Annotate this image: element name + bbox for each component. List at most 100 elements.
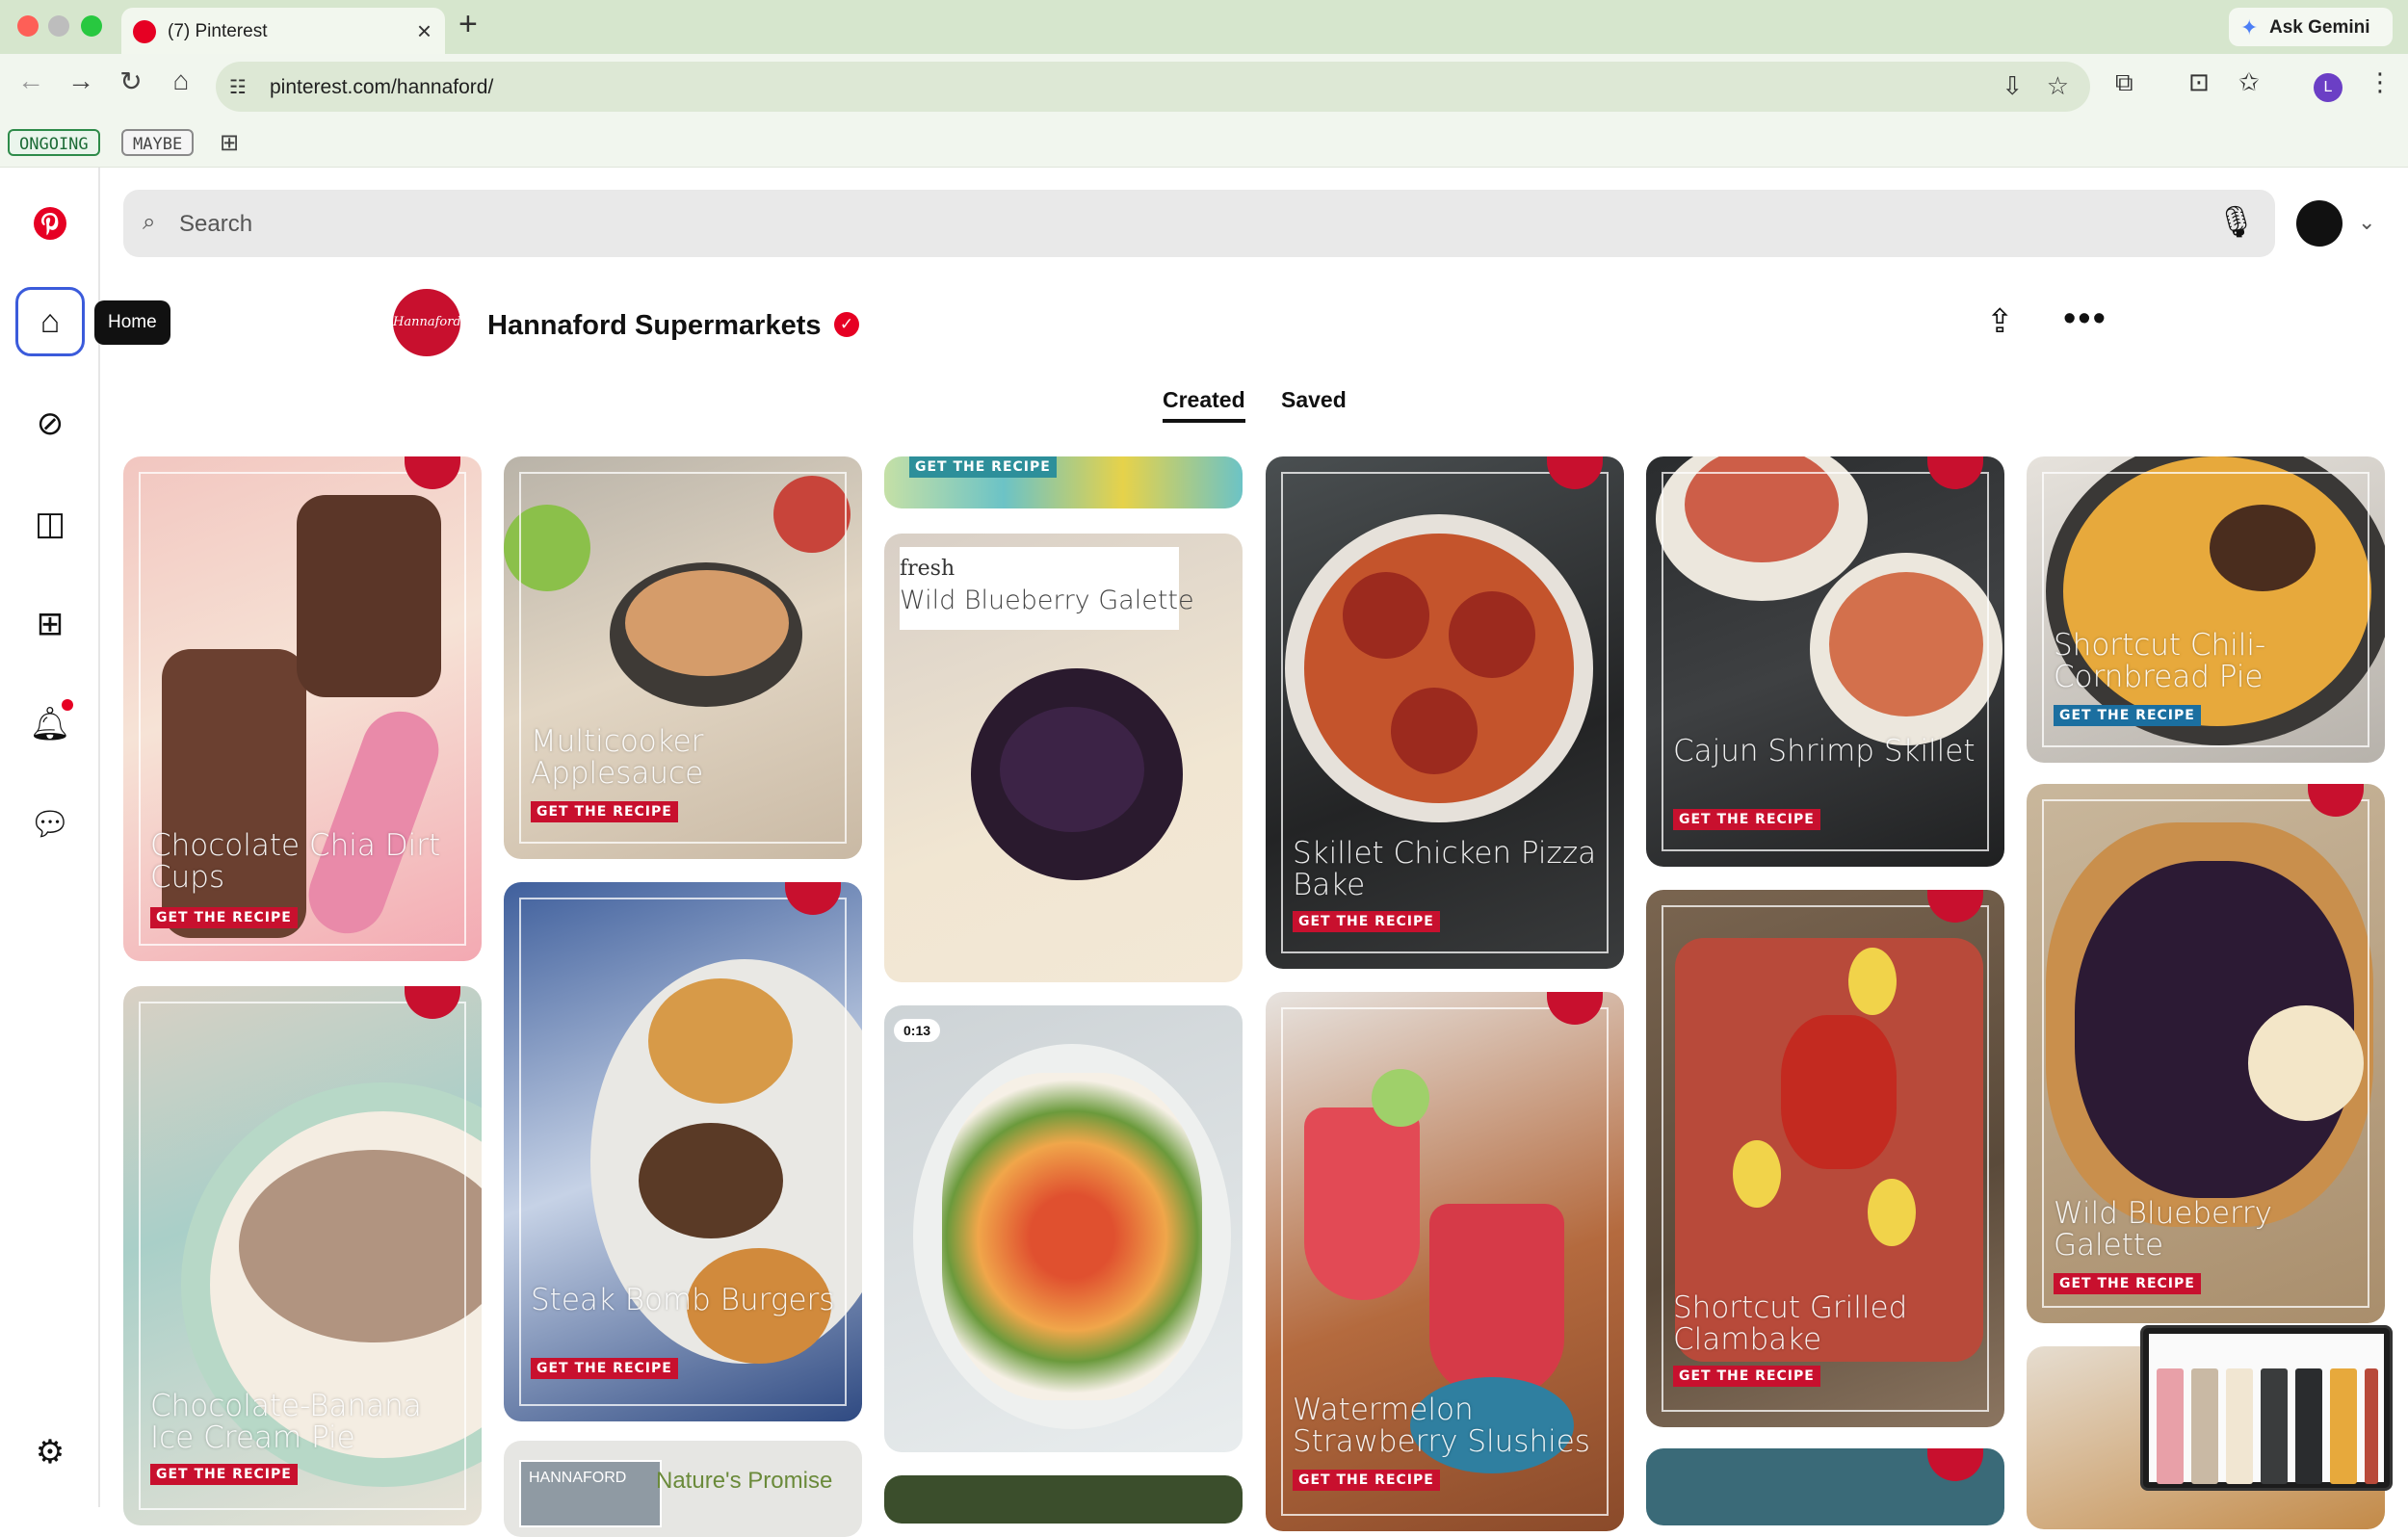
pin-title: Nature's Promise	[656, 1468, 833, 1494]
pin-card[interactable]: HANNAFORD Nature's Promise	[504, 1441, 862, 1537]
get-recipe-label: GET THE RECIPE	[1293, 911, 1440, 932]
notification-dot	[62, 699, 73, 711]
site-settings-icon[interactable]: ☷	[229, 75, 247, 99]
tab-created[interactable]: Created	[1163, 387, 1245, 423]
pin-title: Skillet Chicken Pizza Bake	[1293, 836, 1597, 902]
pin-card[interactable]: Shortcut Chili-Cornbread Pie GET THE REC…	[2027, 456, 2385, 763]
close-window-button[interactable]	[17, 15, 39, 37]
get-recipe-label: GET THE RECIPE	[2054, 1273, 2201, 1294]
more-options-icon[interactable]: •••	[2063, 299, 2107, 340]
pin-title: Chocolate-Banana Ice Cream Pie	[150, 1389, 422, 1455]
sidebar-item-create[interactable]: ⊞	[15, 589, 85, 659]
minimize-window-button[interactable]	[48, 15, 69, 37]
boards-icon: ◫	[34, 506, 66, 542]
search-placeholder: Search	[179, 211, 253, 237]
address-bar[interactable]: ☷ pinterest.com/hannaford/ ⇩ ☆	[216, 62, 2090, 112]
url-text: pinterest.com/hannaford/	[270, 76, 494, 98]
fresh-brand-label: fresh	[900, 557, 955, 581]
pin-card[interactable]: Chocolate Chia Dirt Cups GET THE RECIPE	[123, 456, 482, 961]
browser-toolbar: ← → ↻ ⌂ ☷ pinterest.com/hannaford/ ⇩ ☆ ⧉…	[0, 54, 2408, 119]
compass-icon: ⊘	[36, 405, 65, 442]
picture-in-picture-preview[interactable]	[2140, 1325, 2393, 1491]
bookmark-star-icon[interactable]: ☆	[2047, 71, 2069, 101]
pin-card[interactable]: Watermelon Strawberry Slushies GET THE R…	[1266, 992, 1624, 1531]
pinterest-logo-icon[interactable]	[33, 206, 67, 241]
pin-card[interactable]: Shortcut Grilled Clambake GET THE RECIPE	[1646, 890, 2004, 1427]
bookmark-ongoing[interactable]: ONGOING	[8, 129, 100, 156]
browser-menu-icon[interactable]: ⋮	[2368, 67, 2393, 97]
tab-saved[interactable]: Saved	[1281, 387, 1347, 413]
sidebar-item-notifications[interactable]: 🔔︎	[15, 690, 85, 759]
pin-title: Multicooker Applesauce	[531, 724, 704, 791]
tab-title: (7) Pinterest	[168, 21, 268, 41]
browser-tab[interactable]: (7) Pinterest ×	[121, 8, 445, 54]
search-icon: ⌕	[143, 209, 156, 235]
pin-card[interactable]: 0:13	[884, 1005, 1243, 1452]
maximize-window-button[interactable]	[81, 15, 102, 37]
pin-title: Steak Bomb Burgers	[531, 1283, 835, 1317]
pin-title: Watermelon Strawberry Slushies	[1293, 1393, 1590, 1459]
get-recipe-label: GET THE RECIPE	[531, 801, 678, 822]
pin-title: Wild Blueberry Galette	[2054, 1196, 2272, 1263]
browser-profile-avatar[interactable]: L	[2314, 73, 2343, 102]
get-recipe-label: GET THE RECIPE	[150, 907, 298, 928]
pin-card[interactable]	[884, 1475, 1243, 1524]
install-app-icon[interactable]: ⇩	[2002, 71, 2023, 101]
pin-card[interactable]: Multicooker Applesauce GET THE RECIPE	[504, 456, 862, 859]
back-icon[interactable]: ←	[12, 65, 50, 96]
sidebar-item-settings[interactable]: ⚙	[15, 1418, 85, 1487]
get-recipe-label: GET THE RECIPE	[1293, 1470, 1440, 1491]
home-tooltip: Home	[94, 300, 170, 345]
sidebar-item-explore[interactable]: ⊘	[15, 389, 85, 458]
video-duration-badge: 0:13	[894, 1019, 941, 1042]
pin-card[interactable]: fresh Wild Blueberry Galette	[884, 534, 1243, 982]
verified-badge-icon: ✓	[834, 312, 859, 337]
home-browser-icon[interactable]: ⌂	[162, 65, 200, 96]
gear-icon: ⚙	[35, 1434, 65, 1471]
pinterest-favicon-icon	[133, 20, 156, 43]
reload-icon[interactable]: ↻	[112, 65, 150, 97]
chevron-down-icon[interactable]: ⌄	[2358, 210, 2375, 235]
ask-gemini-label: Ask Gemini	[2269, 17, 2370, 38]
brand-label: HANNAFORD	[519, 1460, 662, 1527]
chat-bubble-icon: 💬︎	[29, 806, 71, 843]
extensions-icon[interactable]: ⧉	[2115, 67, 2133, 98]
share-icon[interactable]: ⇪	[1986, 302, 2014, 341]
sidebar-item-messages[interactable]: 💬︎	[15, 790, 85, 859]
gemini-sparkle-icon: ✦	[2240, 15, 2259, 39]
pin-title: Chocolate Chia Dirt Cups	[150, 828, 441, 895]
pin-title: Shortcut Grilled Clambake	[1673, 1290, 1908, 1357]
ask-gemini-button[interactable]: ✦ Ask Gemini	[2229, 8, 2393, 46]
close-tab-icon[interactable]: ×	[417, 16, 432, 46]
reading-list-icon[interactable]: ✩	[2238, 67, 2260, 97]
pinterest-sidebar: ⌂ ⊘ ◫ ⊞ 🔔︎ 💬︎ ⚙	[0, 168, 100, 1507]
get-recipe-label: GET THE RECIPE	[150, 1464, 298, 1485]
search-bar[interactable]: ⌕ Search 🎙︎	[123, 190, 2275, 257]
new-tab-icon[interactable]: +	[458, 6, 478, 43]
pin-card[interactable]: Steak Bomb Burgers GET THE RECIPE	[504, 882, 862, 1421]
account-avatar[interactable]	[2296, 200, 2343, 247]
bookmark-maybe[interactable]: MAYBE	[121, 129, 195, 156]
sidebar-item-home[interactable]: ⌂	[15, 287, 85, 356]
forward-icon[interactable]: →	[62, 65, 100, 96]
pin-card[interactable]: Chocolate-Banana Ice Cream Pie GET THE R…	[123, 986, 482, 1525]
get-recipe-label: GET THE RECIPE	[1673, 1366, 1820, 1387]
pin-card[interactable]: Skillet Chicken Pizza Bake GET THE RECIP…	[1266, 456, 1624, 969]
pin-card[interactable]: Wild Blueberry Galette GET THE RECIPE	[2027, 784, 2385, 1323]
browser-tab-strip: (7) Pinterest × + ✦ Ask Gemini	[0, 0, 2408, 54]
pin-title: Cajun Shrimp Skillet	[1673, 734, 1976, 768]
microphone-icon[interactable]: 🎙︎	[2216, 203, 2256, 240]
pin-card[interactable]: GET THE RECIPE	[884, 456, 1243, 508]
pin-title: Wild Blueberry Galette	[900, 586, 1194, 615]
bell-icon: 🔔︎	[29, 706, 71, 742]
pin-card[interactable]	[1646, 1448, 2004, 1525]
sidebar-item-boards[interactable]: ◫	[15, 489, 85, 559]
get-recipe-label: GET THE RECIPE	[1673, 809, 1820, 830]
apps-grid-icon[interactable]: ⊞	[220, 129, 239, 157]
profile-name: Hannaford Supermarkets	[487, 310, 822, 341]
title-card: fresh Wild Blueberry Galette	[900, 547, 1194, 630]
tab-search-icon[interactable]: ⊡	[2188, 67, 2210, 97]
get-recipe-label: GET THE RECIPE	[2054, 705, 2201, 726]
pin-card[interactable]: Cajun Shrimp Skillet GET THE RECIPE	[1646, 456, 2004, 867]
home-icon: ⌂	[39, 303, 61, 340]
